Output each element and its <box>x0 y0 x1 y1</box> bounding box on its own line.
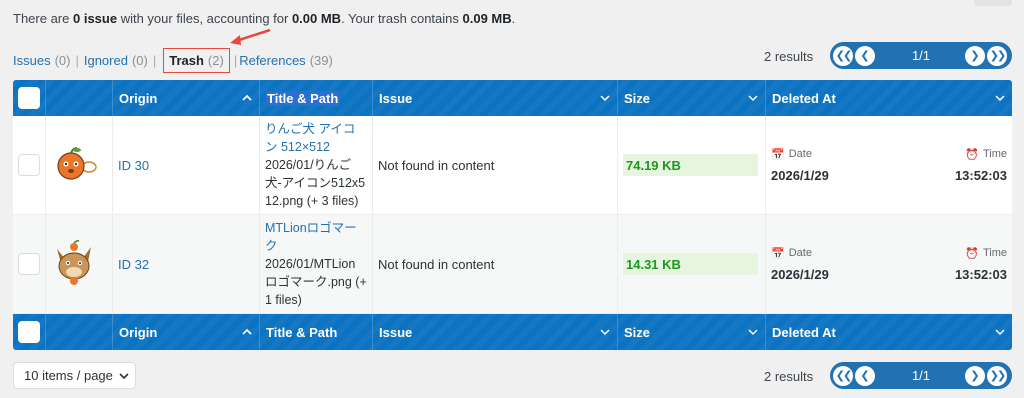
chevron-down-icon <box>600 329 610 336</box>
file-title-link[interactable]: MTLionロゴマーク <box>265 219 367 255</box>
lion-logo-thumbnail <box>57 240 91 285</box>
filter-issues[interactable]: Issues <box>13 53 51 68</box>
filter-ignored[interactable]: Ignored <box>84 53 128 68</box>
deleted-date: 2026/1/29 <box>771 266 829 282</box>
column-title-path[interactable]: Title & Path <box>260 314 373 350</box>
pagination-bottom: ❮❮ ❮ 1/1 ❯ ❯❯ <box>830 362 1012 389</box>
calendar-icon: 📅 <box>771 148 785 161</box>
column-origin[interactable]: Origin <box>113 314 260 350</box>
deleted-date: 2026/1/29 <box>771 167 829 183</box>
filter-references[interactable]: References <box>239 53 305 68</box>
column-deleted-at[interactable]: Deleted At <box>766 80 1012 116</box>
prev-page-button[interactable]: ❮ <box>855 365 875 386</box>
file-path: 2026/01/りんご犬-アイコン512x512.png (+ 3 files) <box>265 158 366 208</box>
column-origin[interactable]: Origin <box>113 80 260 116</box>
items-per-page-select[interactable]: 10 items / page <box>13 362 136 389</box>
results-count-top: 2 results <box>764 49 814 64</box>
scroll-edge <box>974 0 1012 6</box>
page-indicator: 1/1 <box>911 48 931 63</box>
select-all-checkbox[interactable] <box>18 87 40 109</box>
chevron-down-icon <box>995 329 1005 336</box>
chevron-up-icon <box>242 94 252 101</box>
origin-link[interactable]: ID 32 <box>118 257 149 272</box>
chevron-down-icon <box>600 95 610 102</box>
deleted-time: 13:52:03 <box>954 266 1007 282</box>
table-footer: Origin Title & Path Issue Size Deleted A… <box>13 314 1012 350</box>
alarm-clock-icon: ⏰ <box>965 148 979 161</box>
filter-trash[interactable]: Trash (2) <box>163 48 230 73</box>
deleted-time: 13:52:03 <box>954 167 1007 183</box>
results-count-bottom: 2 results <box>764 369 814 384</box>
alarm-clock-icon: ⏰ <box>965 247 979 260</box>
issues-summary: There are 0 issue with your files, accou… <box>13 11 516 26</box>
page-indicator: 1/1 <box>911 368 931 383</box>
file-title-link[interactable]: りんご犬 アイコン 512×512 <box>265 120 367 156</box>
issue-text: Not found in content <box>378 157 495 173</box>
calendar-icon: 📅 <box>771 247 785 260</box>
column-deleted-at[interactable]: Deleted At <box>766 314 1012 350</box>
first-page-button[interactable]: ❮❮ <box>833 45 853 66</box>
table-row: ID 32 MTLionロゴマーク 2026/01/MTLionロゴマーク.pn… <box>13 215 1012 314</box>
first-page-button[interactable]: ❮❮ <box>833 365 853 386</box>
chevron-down-icon <box>748 95 758 102</box>
size-badge: 74.19 KB <box>623 154 758 176</box>
origin-link[interactable]: ID 30 <box>118 158 149 173</box>
chevron-up-icon <box>242 328 252 335</box>
row-checkbox[interactable] <box>18 154 40 176</box>
chevron-down-icon <box>119 372 129 379</box>
column-issue[interactable]: Issue <box>373 80 618 116</box>
pagination-top: ❮❮ ❮ 1/1 ❯ ❯❯ <box>830 42 1012 69</box>
red-arrow-icon <box>230 28 271 45</box>
column-size[interactable]: Size <box>618 80 766 116</box>
next-page-button[interactable]: ❯ <box>965 45 985 66</box>
table-header: Origin Title & Path Issue Size Deleted A… <box>13 80 1012 116</box>
filter-tabs: Issues (0) | Ignored (0) | Trash (2) | R… <box>13 48 333 73</box>
next-page-button[interactable]: ❯ <box>965 365 985 386</box>
column-issue[interactable]: Issue <box>373 314 618 350</box>
column-size[interactable]: Size <box>618 314 766 350</box>
select-all-checkbox[interactable] <box>18 321 40 343</box>
column-title-path[interactable]: Title & Path <box>260 80 373 116</box>
apple-dog-thumbnail <box>57 147 97 180</box>
last-page-button[interactable]: ❯❯ <box>987 365 1007 386</box>
last-page-button[interactable]: ❯❯ <box>987 45 1007 66</box>
prev-page-button[interactable]: ❮ <box>855 45 875 66</box>
issue-text: Not found in content <box>378 256 495 272</box>
row-checkbox[interactable] <box>18 253 40 275</box>
table-row: ID 30 りんご犬 アイコン 512×512 2026/01/りんご犬-アイコ… <box>13 116 1012 215</box>
size-badge: 14.31 KB <box>623 253 758 275</box>
trash-table: Origin Title & Path Issue Size Deleted A… <box>13 80 1012 350</box>
file-path: 2026/01/MTLionロゴマーク.png (+ 1 files) <box>265 257 367 307</box>
chevron-down-icon <box>748 329 758 336</box>
chevron-down-icon <box>995 95 1005 102</box>
